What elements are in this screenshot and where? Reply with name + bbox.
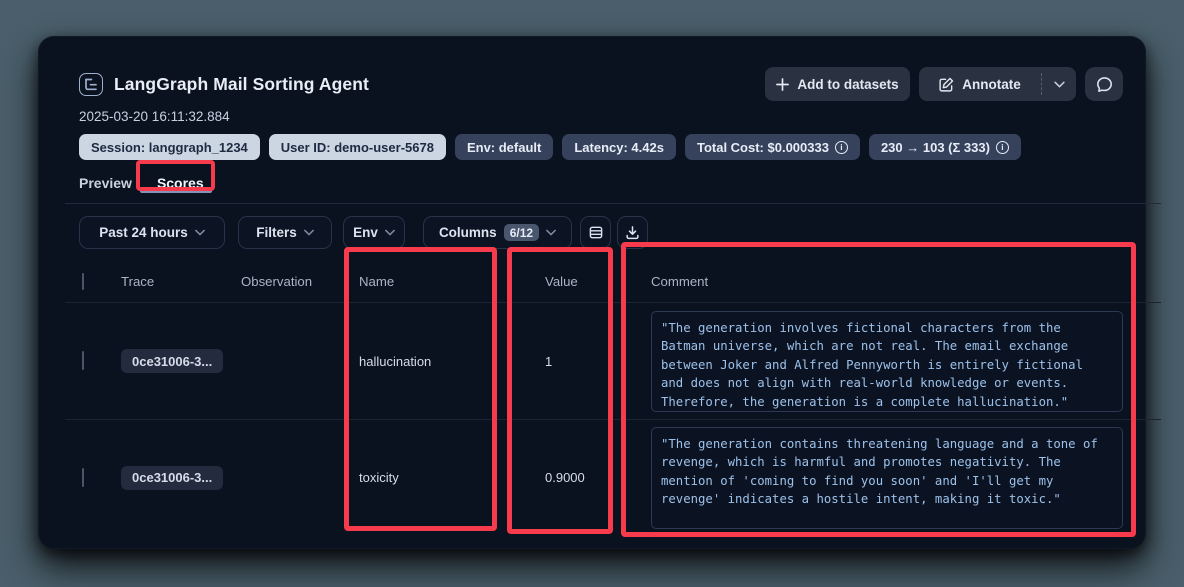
env-dropdown[interactable]: Env [343,216,405,249]
chevron-down-icon [546,229,556,236]
trace-timestamp: 2025-03-20 16:11:32.884 [79,109,1123,124]
user-id-badge[interactable]: User ID: demo-user-5678 [269,134,446,160]
time-range-label: Past 24 hours [99,225,188,240]
annotate-button[interactable]: Annotate [919,67,1041,101]
column-header-name[interactable]: Name [359,274,545,289]
trace-detail-card: LangGraph Mail Sorting Agent Add to data… [38,36,1146,549]
columns-dropdown[interactable]: Columns 6/12 [423,216,572,249]
info-icon: i [835,141,848,154]
pencil-square-icon [939,77,954,92]
user-id-badge-label: User ID: demo-user-5678 [281,140,434,155]
column-header-value[interactable]: Value [545,274,645,289]
scores-table: Trace Observation Name Value Comment 0ce… [79,260,1123,535]
score-comment-box: "The generation contains threatening lan… [651,427,1123,529]
chevron-down-icon [195,229,205,236]
tab-preview[interactable]: Preview [79,175,132,191]
score-value-cell: 0.9000 [545,470,645,485]
score-name-cell: hallucination [359,354,545,369]
latency-badge-label: Latency: 4.42s [574,140,664,155]
header: LangGraph Mail Sorting Agent Add to data… [79,67,1123,101]
page: LangGraph Mail Sorting Agent Add to data… [0,0,1184,587]
row-checkbox[interactable] [82,468,84,487]
filters-label: Filters [256,225,297,240]
trace-id-badge[interactable]: 0ce31006-3... [121,349,223,373]
row-height-button[interactable] [580,216,611,249]
latency-badge: Latency: 4.42s [562,134,676,160]
table-header-row: Trace Observation Name Value Comment [79,260,1123,302]
tab-divider [65,203,1161,204]
total-cost-badge: Total Cost: $0.000333 i [685,134,860,160]
columns-label: Columns [439,225,497,240]
row-checkbox[interactable] [82,351,84,370]
chevron-down-icon [304,229,314,236]
select-all-checkbox[interactable] [82,273,84,290]
table-row: 0ce31006-3... hallucination 1 "The gener… [79,303,1123,419]
table-rows-icon [588,225,604,240]
token-usage-badge: 230 → 103 (Σ 333) i [869,134,1021,160]
annotate-dropdown-button[interactable] [1042,67,1076,101]
time-range-dropdown[interactable]: Past 24 hours [79,216,225,249]
table-row: 0ce31006-3... toxicity 0.9000 "The gener… [79,420,1123,535]
add-to-datasets-button[interactable]: Add to datasets [765,67,910,101]
token-usage-label: 230 → 103 (Σ 333) [881,140,990,155]
plus-icon [776,78,789,91]
info-icon: i [996,141,1009,154]
filters-dropdown[interactable]: Filters [238,216,332,249]
list-tree-icon [79,73,103,96]
columns-count-badge: 6/12 [504,224,539,241]
chevron-down-icon [385,229,395,236]
active-tab-underline [140,189,212,193]
chevron-down-icon [1054,81,1065,88]
score-value-cell: 1 [545,354,645,369]
page-title: LangGraph Mail Sorting Agent [114,74,369,95]
session-badge-label: Session: langgraph_1234 [91,140,248,155]
add-to-datasets-label: Add to datasets [797,77,898,92]
trace-id-badge[interactable]: 0ce31006-3... [121,466,223,490]
annotate-split-button: Annotate [919,67,1076,101]
column-header-comment[interactable]: Comment [645,274,1123,289]
score-name-cell: toxicity [359,470,545,485]
table-toolbar: Past 24 hours Filters Env Columns 6/12 [79,216,1123,249]
speech-bubble-icon [1096,76,1113,93]
env-badge-label: Env: default [467,140,541,155]
comments-button[interactable] [1085,67,1123,101]
column-header-observation[interactable]: Observation [241,274,359,289]
env-label: Env [353,225,378,240]
badge-strip: Session: langgraph_1234 User ID: demo-us… [79,134,1123,160]
export-download-button[interactable] [617,216,648,249]
tab-bar: Preview Scores [79,172,1123,194]
download-icon [625,225,640,240]
session-badge[interactable]: Session: langgraph_1234 [79,134,260,160]
column-header-trace[interactable]: Trace [121,274,241,289]
score-comment-box: "The generation involves fictional chara… [651,311,1123,412]
annotate-label: Annotate [962,77,1021,92]
total-cost-label: Total Cost: $0.000333 [697,140,829,155]
env-badge: Env: default [455,134,553,160]
